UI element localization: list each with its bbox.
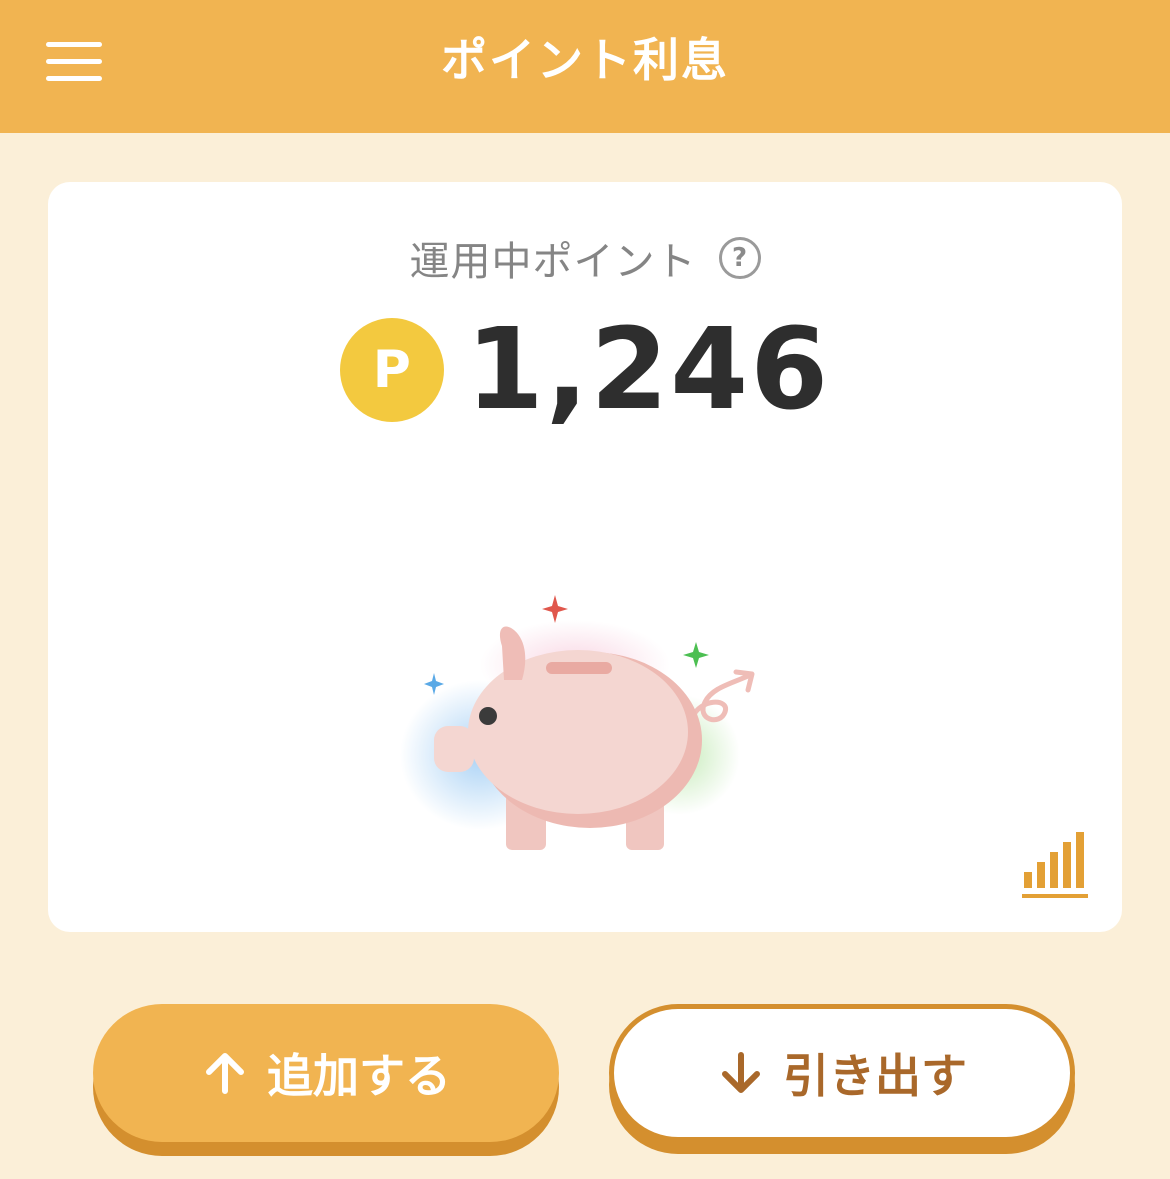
points-value: 1,246 [465, 305, 831, 435]
page-title: ポイント利息 [441, 33, 729, 87]
points-label-row: 運用中ポイント ? [0, 228, 1170, 288]
bar-chart-icon[interactable] [1018, 830, 1092, 900]
app-header: ポイント利息 [0, 0, 1170, 133]
points-row: P 1,246 [0, 305, 1170, 435]
add-button[interactable]: 追加する [93, 1004, 559, 1142]
help-icon[interactable]: ? [718, 237, 761, 279]
points-label: 運用中ポイント [409, 239, 697, 285]
add-button-label: 追加する [267, 1049, 451, 1103]
coin-icon: P [339, 318, 444, 422]
withdraw-button-label: 引き出す [783, 1049, 967, 1103]
withdraw-button[interactable]: 引き出す [609, 1004, 1075, 1142]
piggy-bank-illustration [400, 580, 780, 870]
arrow-up-icon [201, 1049, 249, 1097]
arrow-down-icon [717, 1049, 765, 1097]
